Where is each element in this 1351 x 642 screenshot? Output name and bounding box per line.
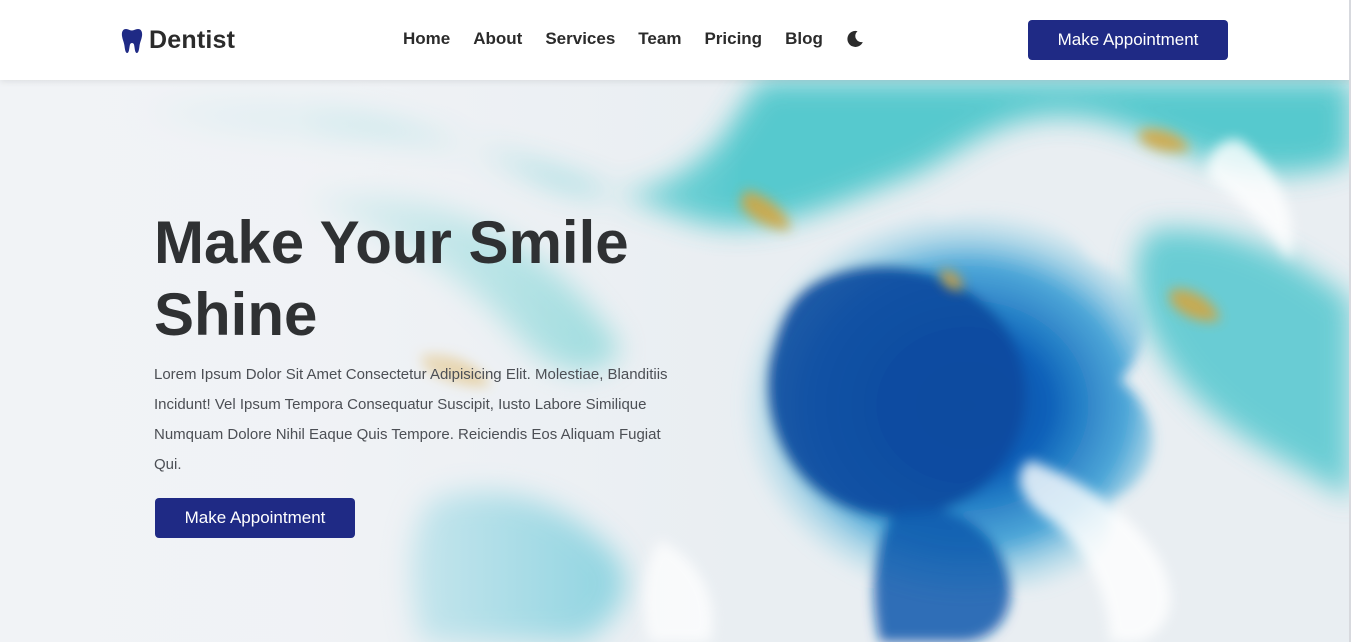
site-header: Dentist Home About Services Team Pricing… xyxy=(0,0,1351,80)
page: Dentist Home About Services Team Pricing… xyxy=(0,0,1351,642)
brand-name: Dentist xyxy=(149,26,236,54)
nav-services[interactable]: Services xyxy=(545,29,615,49)
tooth-icon xyxy=(121,28,143,53)
nav-home[interactable]: Home xyxy=(403,29,450,49)
header-make-appointment-button[interactable]: Make Appointment xyxy=(1028,20,1228,60)
hero-section: Make Your Smile Shine Lorem Ipsum Dolor … xyxy=(0,80,1351,642)
moon-icon[interactable] xyxy=(846,30,864,48)
nav-team[interactable]: Team xyxy=(638,29,681,49)
hero-description: Lorem Ipsum Dolor Sit Amet Consectetur A… xyxy=(154,366,668,473)
nav-pricing[interactable]: Pricing xyxy=(704,29,762,49)
brand-logo[interactable]: Dentist xyxy=(121,26,235,55)
hero-title: Make Your Smile Shine xyxy=(154,209,629,348)
nav-about[interactable]: About xyxy=(473,29,522,49)
main-nav: Home About Services Team Pricing Blog xyxy=(403,29,864,49)
hero-make-appointment-button[interactable]: Make Appointment xyxy=(155,498,355,538)
nav-blog[interactable]: Blog xyxy=(785,29,823,49)
